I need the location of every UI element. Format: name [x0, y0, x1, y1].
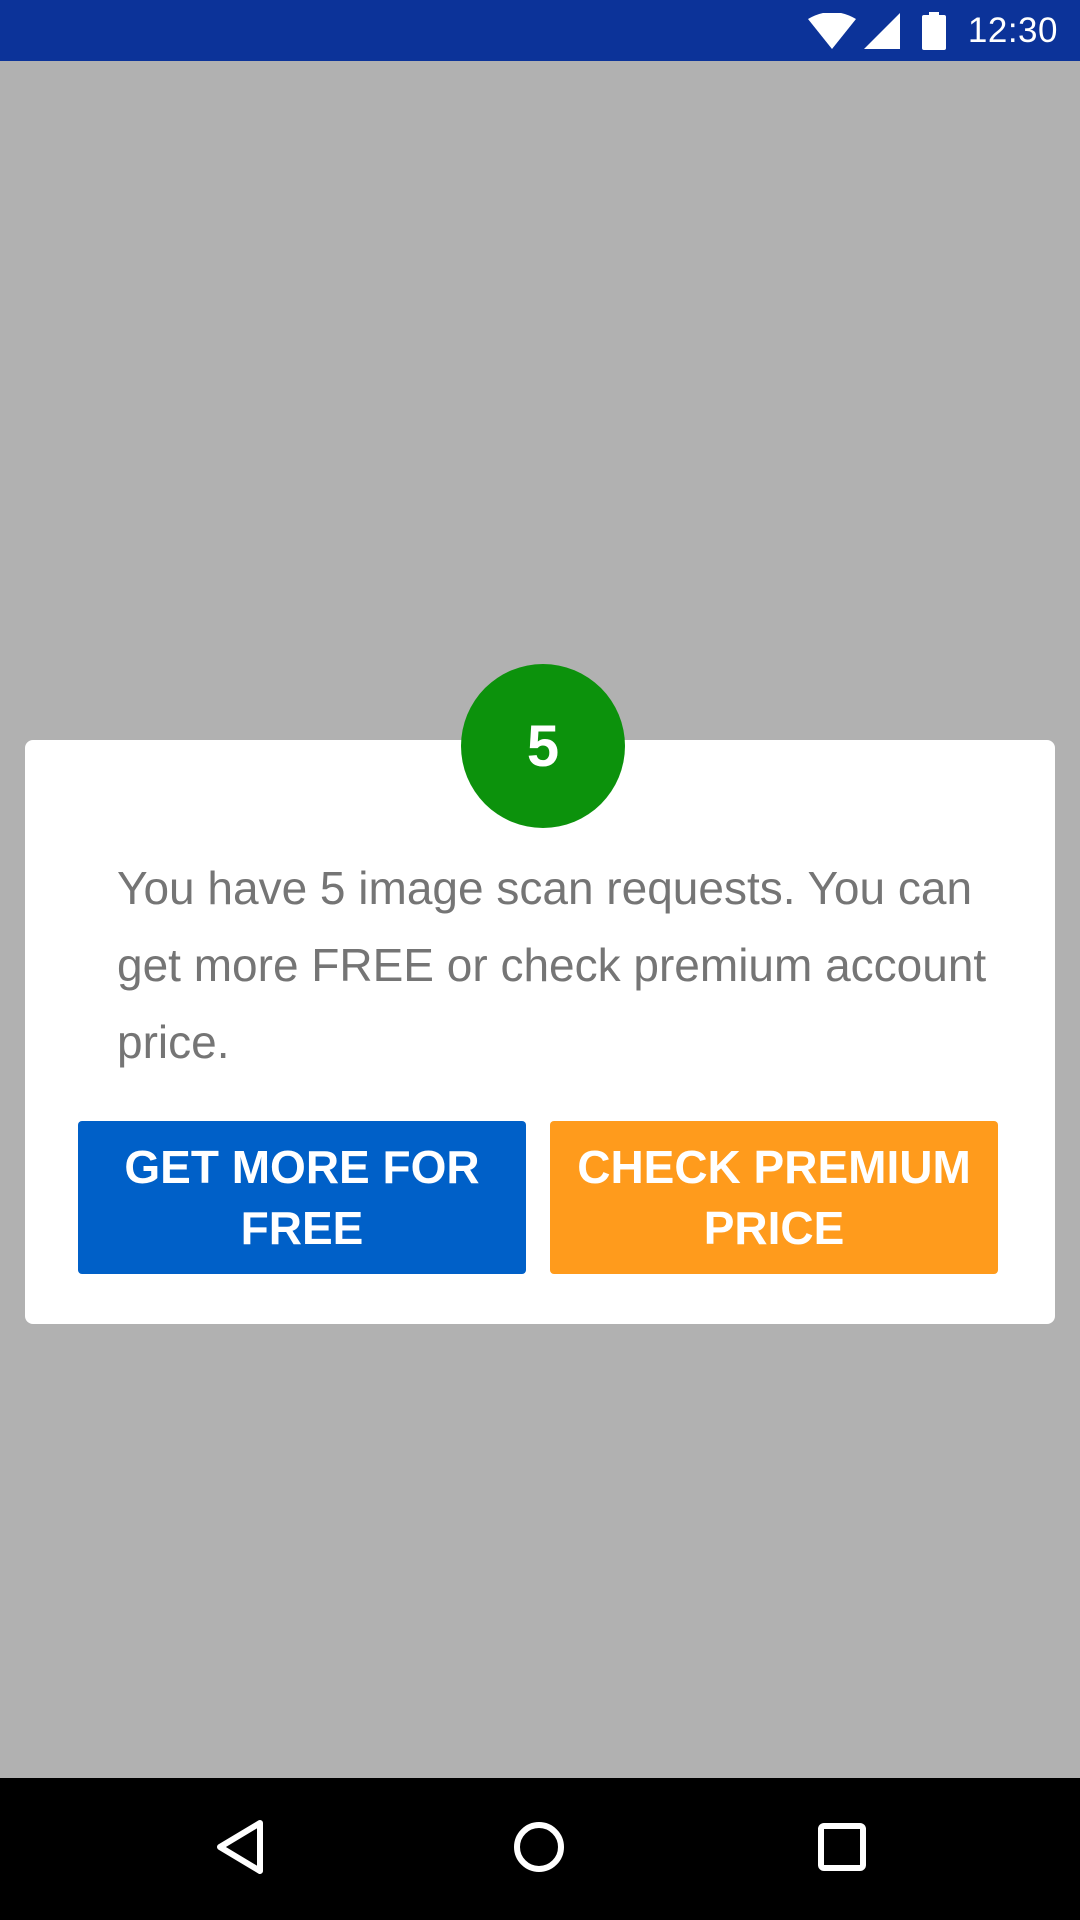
request-count-badge: 5	[461, 664, 625, 828]
dialog-message: You have 5 image scan requests. You can …	[117, 862, 987, 1068]
wifi-icon	[807, 12, 856, 49]
battery-icon	[921, 11, 946, 50]
get-more-free-label: GET MORE FOR FREE	[124, 1140, 480, 1254]
home-icon	[513, 1821, 565, 1878]
back-icon	[214, 1819, 266, 1880]
status-icons: 12:30	[807, 0, 1058, 61]
screen: 12:30 5 You have 5 image scan requests. …	[0, 0, 1080, 1920]
back-button[interactable]	[160, 1778, 320, 1920]
recents-button[interactable]	[762, 1778, 922, 1920]
check-premium-price-button[interactable]: CHECK PREMIUM PRICE	[550, 1121, 998, 1274]
get-more-free-button[interactable]: GET MORE FOR FREE	[78, 1121, 526, 1274]
home-button[interactable]	[459, 1778, 619, 1920]
status-bar: 12:30	[0, 0, 1080, 61]
signal-icon	[863, 12, 900, 49]
status-time: 12:30	[967, 10, 1058, 50]
recents-icon	[817, 1822, 867, 1877]
check-premium-price-label: CHECK PREMIUM PRICE	[577, 1140, 971, 1254]
request-count: 5	[526, 713, 560, 779]
navigation-bar	[0, 1778, 1080, 1920]
